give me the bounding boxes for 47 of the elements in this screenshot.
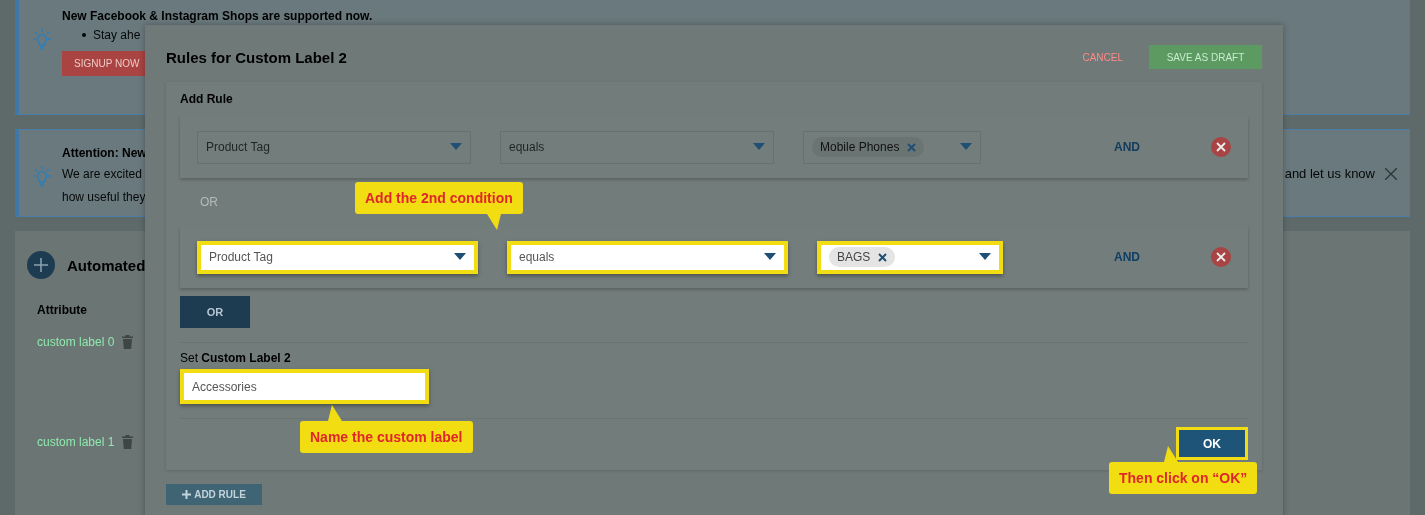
attribute-link[interactable]: custom label 0	[37, 335, 115, 349]
callout: Add the 2nd condition	[355, 182, 523, 214]
value-chip: BAGS	[829, 247, 896, 267]
notice-bullet: Stay ahe	[93, 28, 141, 42]
callout-pointer	[328, 405, 342, 421]
label-prompt: Set Custom Label 2	[180, 351, 291, 365]
add-rule-button[interactable]: ADD RULE	[166, 484, 262, 505]
save-draft-button[interactable]: SAVE AS DRAFT	[1149, 45, 1262, 69]
notice-text: We are excited	[62, 166, 142, 183]
trash-icon[interactable]	[122, 435, 134, 449]
and-button[interactable]: AND	[1108, 139, 1146, 155]
caret-icon[interactable]	[979, 253, 991, 261]
card-title: Automated	[67, 256, 146, 274]
value-select[interactable]: BAGS	[817, 240, 1003, 274]
label-input[interactable]: Accessories	[180, 369, 429, 404]
caret-icon[interactable]	[764, 253, 776, 261]
notice-text: and let us know	[1284, 166, 1375, 181]
attribute-link[interactable]: custom label 1	[37, 435, 115, 449]
attribute-select[interactable]: Product Tag	[197, 240, 478, 274]
value-chip: Mobile Phones	[812, 137, 925, 157]
add-icon[interactable]	[27, 251, 55, 279]
caret-icon[interactable]	[454, 253, 466, 261]
close-icon[interactable]	[1385, 168, 1397, 180]
bullet-icon	[82, 33, 86, 37]
remove-icon[interactable]	[1211, 247, 1231, 267]
dialog-title: Rules for Custom Label 2	[166, 48, 348, 66]
operator-select[interactable]: equals	[507, 240, 788, 274]
signup-button[interactable]: SIGNUP NOW	[62, 51, 146, 76]
cancel-button[interactable]: CANCEL	[1076, 50, 1129, 64]
trash-icon[interactable]	[122, 335, 134, 349]
callout-pointer	[1164, 446, 1179, 462]
ok-button[interactable]: OK	[1176, 427, 1248, 460]
remove-icon[interactable]	[878, 252, 888, 262]
operator-select[interactable]: equals	[500, 130, 774, 164]
section-title: Add Rule	[180, 92, 233, 106]
remove-icon[interactable]	[1211, 137, 1231, 157]
or-button[interactable]: OR	[180, 296, 250, 328]
notice-title: New Facebook & Instagram Shops are supported now.	[62, 9, 373, 23]
attribute-select[interactable]: Product Tag	[197, 130, 471, 164]
and-button[interactable]: AND	[1108, 249, 1146, 265]
plus-icon	[182, 490, 192, 499]
callout: Then click on “OK”	[1109, 462, 1258, 494]
callout-pointer	[486, 214, 501, 230]
column-header: Attribute	[36, 302, 88, 319]
or-separator: OR	[200, 195, 218, 209]
callout: Name the custom label	[300, 421, 473, 453]
notice-text: how useful they	[62, 189, 146, 206]
